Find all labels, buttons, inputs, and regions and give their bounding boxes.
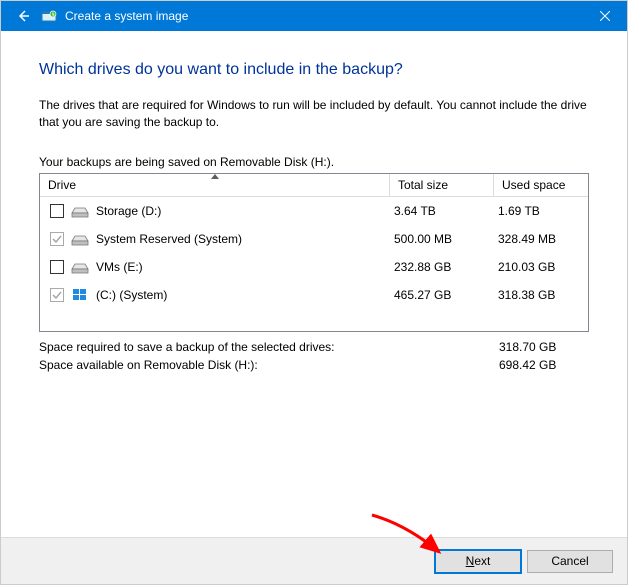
drive-icon xyxy=(70,231,90,247)
page-description: The drives that are required for Windows… xyxy=(39,97,589,131)
column-used-space[interactable]: Used space xyxy=(494,174,588,197)
column-drive[interactable]: Drive xyxy=(40,174,390,197)
summary: Space required to save a backup of the s… xyxy=(39,338,589,374)
table-rows: Storage (D:) 3.64 TB 1.69 TB System Rese… xyxy=(40,197,588,331)
saved-to-label: Your backups are being saved on Removabl… xyxy=(39,155,589,169)
window-title: Create a system image xyxy=(65,9,582,23)
drive-used: 318.38 GB xyxy=(498,288,584,302)
titlebar: Create a system image xyxy=(1,1,627,31)
drive-total: 232.88 GB xyxy=(394,260,498,274)
table-row[interactable]: (C:) (System) 465.27 GB 318.38 GB xyxy=(40,281,588,309)
wizard-content: Which drives do you want to include in t… xyxy=(1,31,627,374)
wizard-footer: Next Cancel xyxy=(1,537,627,584)
space-available-label: Space available on Removable Disk (H:): xyxy=(39,358,499,372)
space-available-value: 698.42 GB xyxy=(499,358,589,372)
drive-total: 3.64 TB xyxy=(394,204,498,218)
drive-label: System Reserved (System) xyxy=(96,232,394,246)
drive-label: Storage (D:) xyxy=(96,204,394,218)
table-row[interactable]: VMs (E:) 232.88 GB 210.03 GB xyxy=(40,253,588,281)
row-checkbox[interactable] xyxy=(50,260,64,274)
drives-table: Drive Total size Used space Storage (D:)… xyxy=(39,173,589,332)
space-required-label: Space required to save a backup of the s… xyxy=(39,340,499,354)
table-header: Drive Total size Used space xyxy=(40,174,588,197)
drive-used: 1.69 TB xyxy=(498,204,584,218)
drive-used: 328.49 MB xyxy=(498,232,584,246)
row-checkbox xyxy=(50,288,64,302)
drive-total: 500.00 MB xyxy=(394,232,498,246)
table-row[interactable]: Storage (D:) 3.64 TB 1.69 TB xyxy=(40,197,588,225)
column-total-size[interactable]: Total size xyxy=(390,174,494,197)
drive-used: 210.03 GB xyxy=(498,260,584,274)
windows-drive-icon xyxy=(70,287,90,303)
back-icon[interactable] xyxy=(15,8,31,24)
close-button[interactable] xyxy=(582,1,627,31)
drive-icon xyxy=(70,203,90,219)
drive-icon xyxy=(70,259,90,275)
drive-label: (C:) (System) xyxy=(96,288,394,302)
row-checkbox xyxy=(50,232,64,246)
app-icon xyxy=(41,8,57,24)
page-heading: Which drives do you want to include in t… xyxy=(39,61,589,79)
cancel-button[interactable]: Cancel xyxy=(527,550,613,573)
table-row[interactable]: System Reserved (System) 500.00 MB 328.4… xyxy=(40,225,588,253)
space-required-value: 318.70 GB xyxy=(499,340,589,354)
sort-indicator-icon xyxy=(211,174,219,179)
drive-label: VMs (E:) xyxy=(96,260,394,274)
drive-total: 465.27 GB xyxy=(394,288,498,302)
next-button[interactable]: Next xyxy=(435,550,521,573)
row-checkbox[interactable] xyxy=(50,204,64,218)
